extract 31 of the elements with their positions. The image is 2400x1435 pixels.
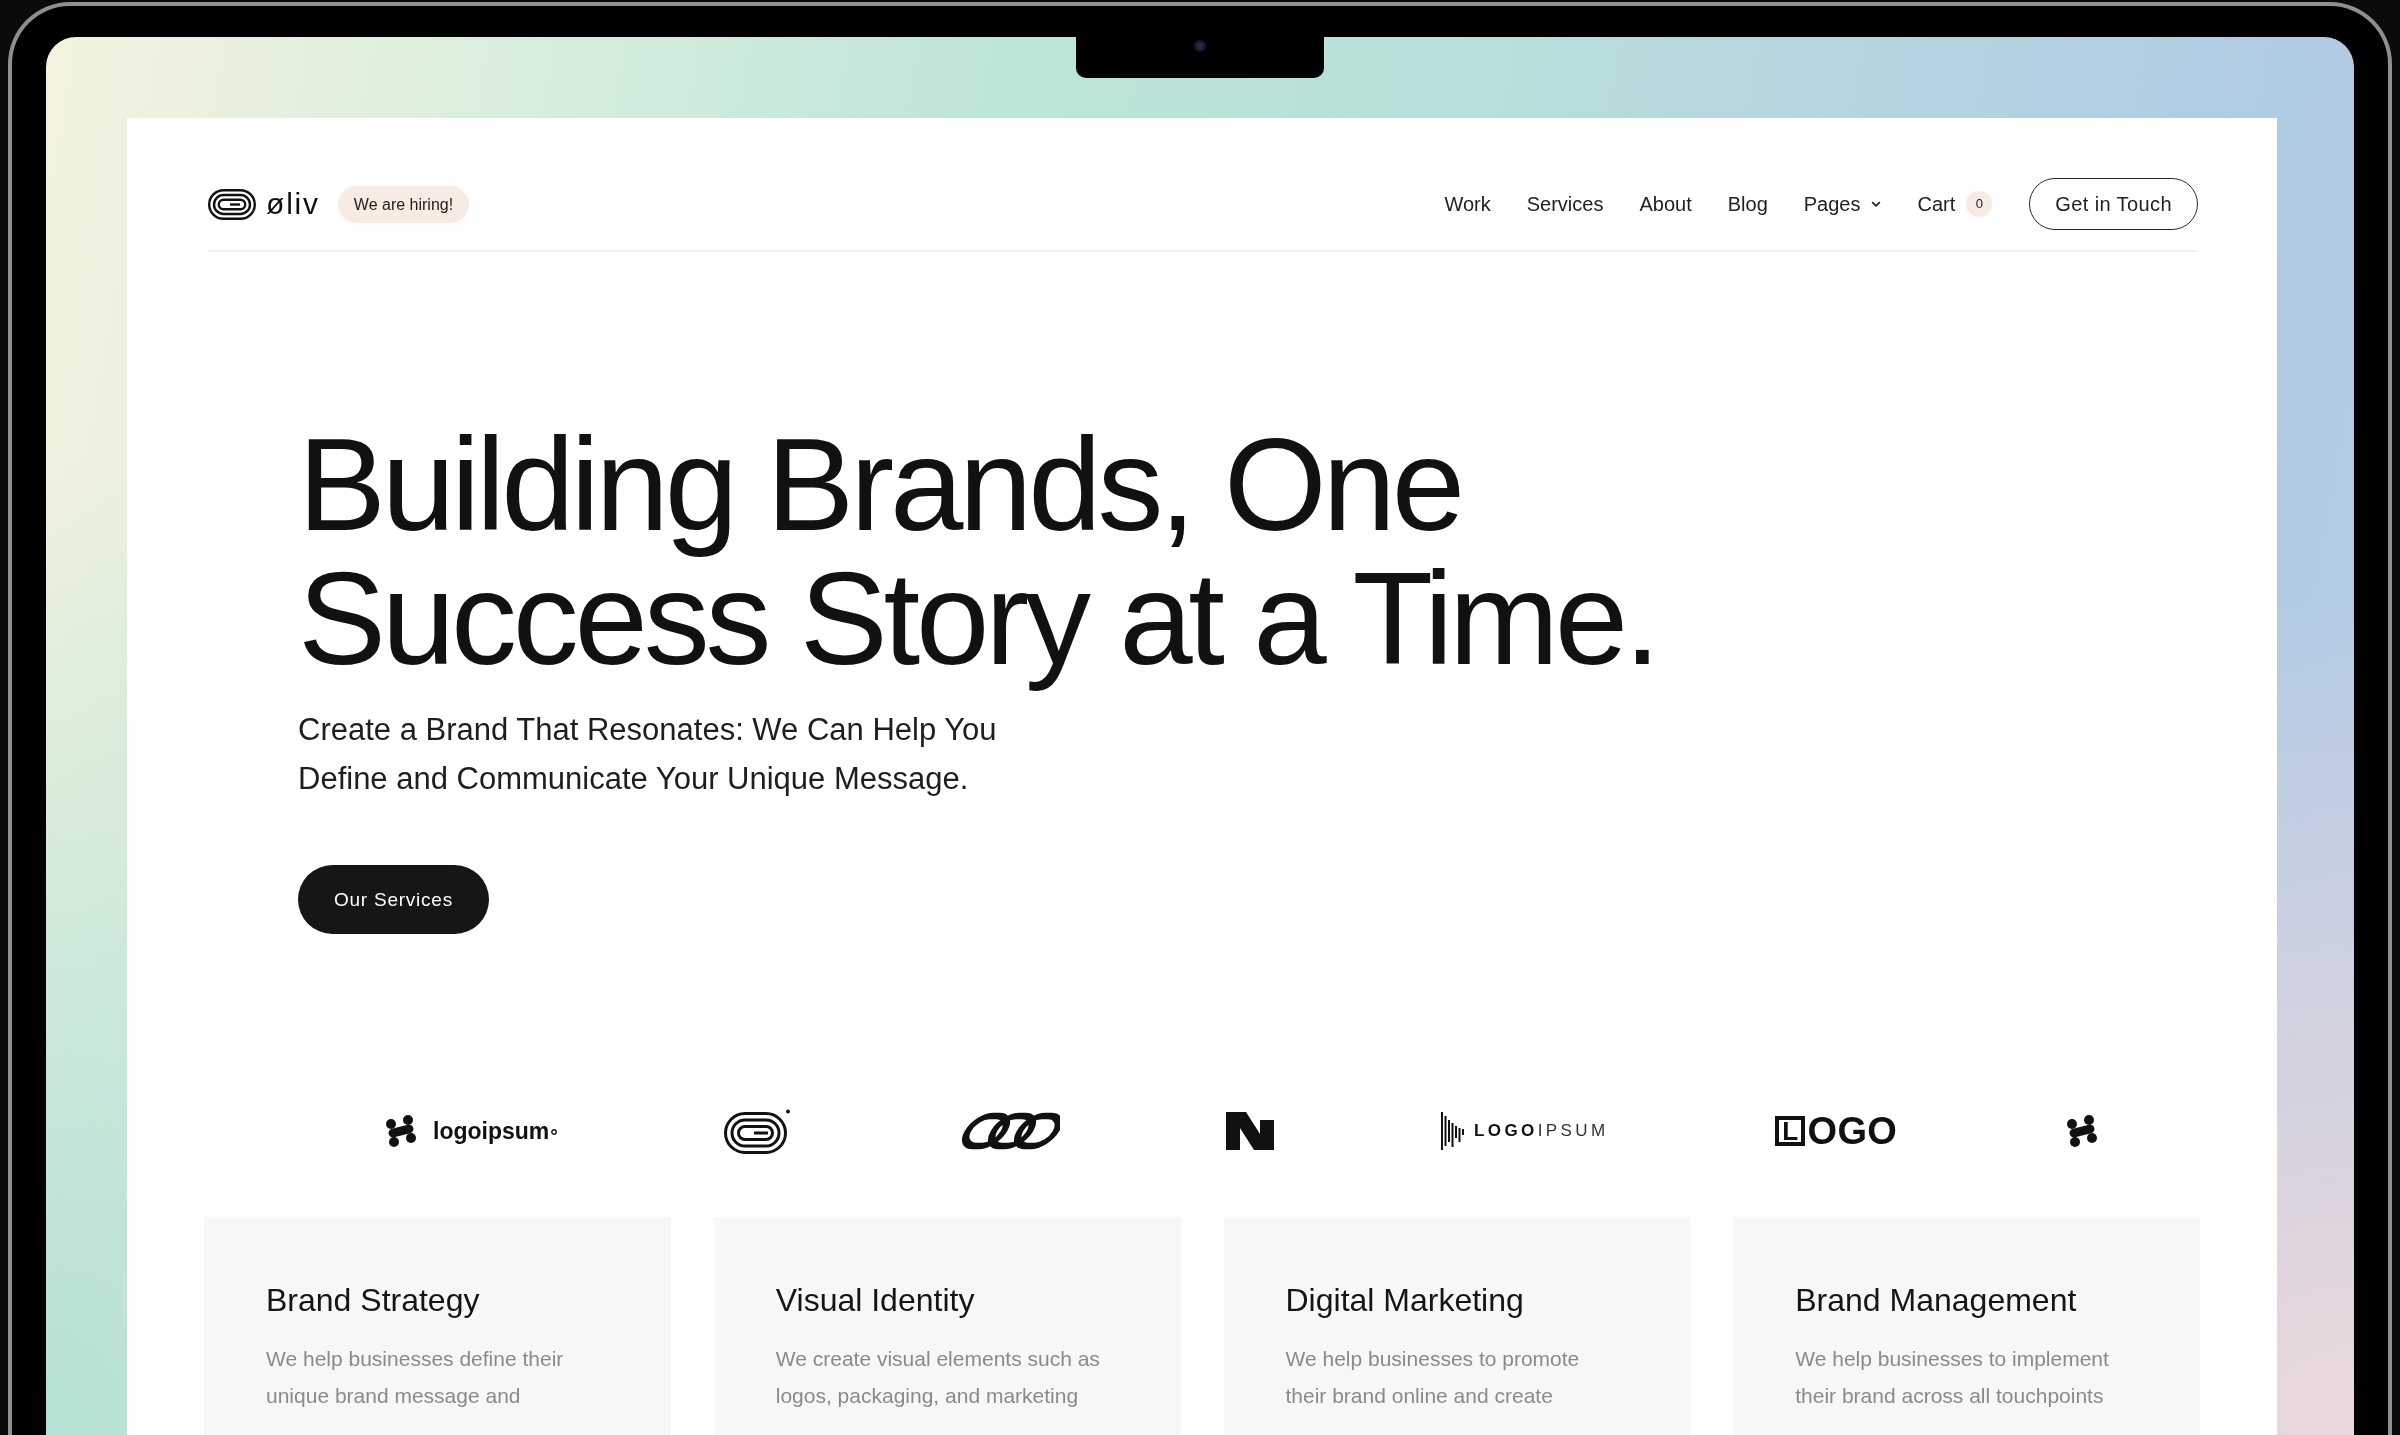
cluster-mark-icon — [2064, 1114, 2100, 1148]
cluster-mark-icon — [383, 1114, 419, 1148]
concentric-rings-logo-icon[interactable] — [208, 188, 256, 220]
hero-heading: Building Brands, One Success Story at a Time. — [298, 418, 1657, 694]
nav-link[interactable]: Work — [1444, 192, 1491, 216]
bars-logo-icon — [1441, 1112, 1465, 1150]
card-description: We create visual elements such as logos, packaging, and marketing — [775, 1346, 1101, 1409]
get-in-touch-button[interactable]: Get in Touch — [2029, 178, 2198, 230]
hero-subtitle: Create a Brand That Resonates: We Can Help You Define and Communicate Your Unique Message. — [298, 711, 997, 798]
card-description: We help businesses to implement their brand across all touchpoints — [1795, 1346, 2110, 1409]
caret-icon — [1871, 201, 1882, 207]
logo-wordmark: logoipsum — [433, 1117, 550, 1145]
cart-count-badge: 0 — [1966, 191, 1993, 217]
concentric-rings-logo-icon — [723, 1108, 791, 1154]
card-title: Brand Management — [1795, 1281, 2078, 1320]
card-description: We help businesses to promote their brand online and create — [1285, 1346, 1581, 1409]
brand-name[interactable]: øliv — [266, 187, 320, 221]
hiring-badge: We are hiring! — [337, 185, 470, 223]
nav-dropdown[interactable]: Pages — [1803, 192, 1882, 216]
card-title: Visual Identity — [775, 1281, 976, 1320]
camera-icon — [1194, 40, 1206, 52]
nav-link[interactable]: About — [1639, 192, 1692, 216]
card-title: Brand Strategy — [266, 1281, 481, 1320]
nav-link[interactable]: Blog — [1727, 192, 1768, 216]
card-title: Digital Marketing — [1285, 1281, 1525, 1320]
nav-link[interactable]: Services — [1526, 192, 1604, 216]
card-description: We help businesses define their unique brand message and — [266, 1346, 565, 1409]
registered-dot-icon — [551, 1129, 558, 1135]
nav-link[interactable]: Cart — [1917, 192, 1956, 216]
letter-n-logo-icon — [1226, 1112, 1275, 1150]
our-services-button[interactable]: Our Services — [298, 865, 489, 934]
